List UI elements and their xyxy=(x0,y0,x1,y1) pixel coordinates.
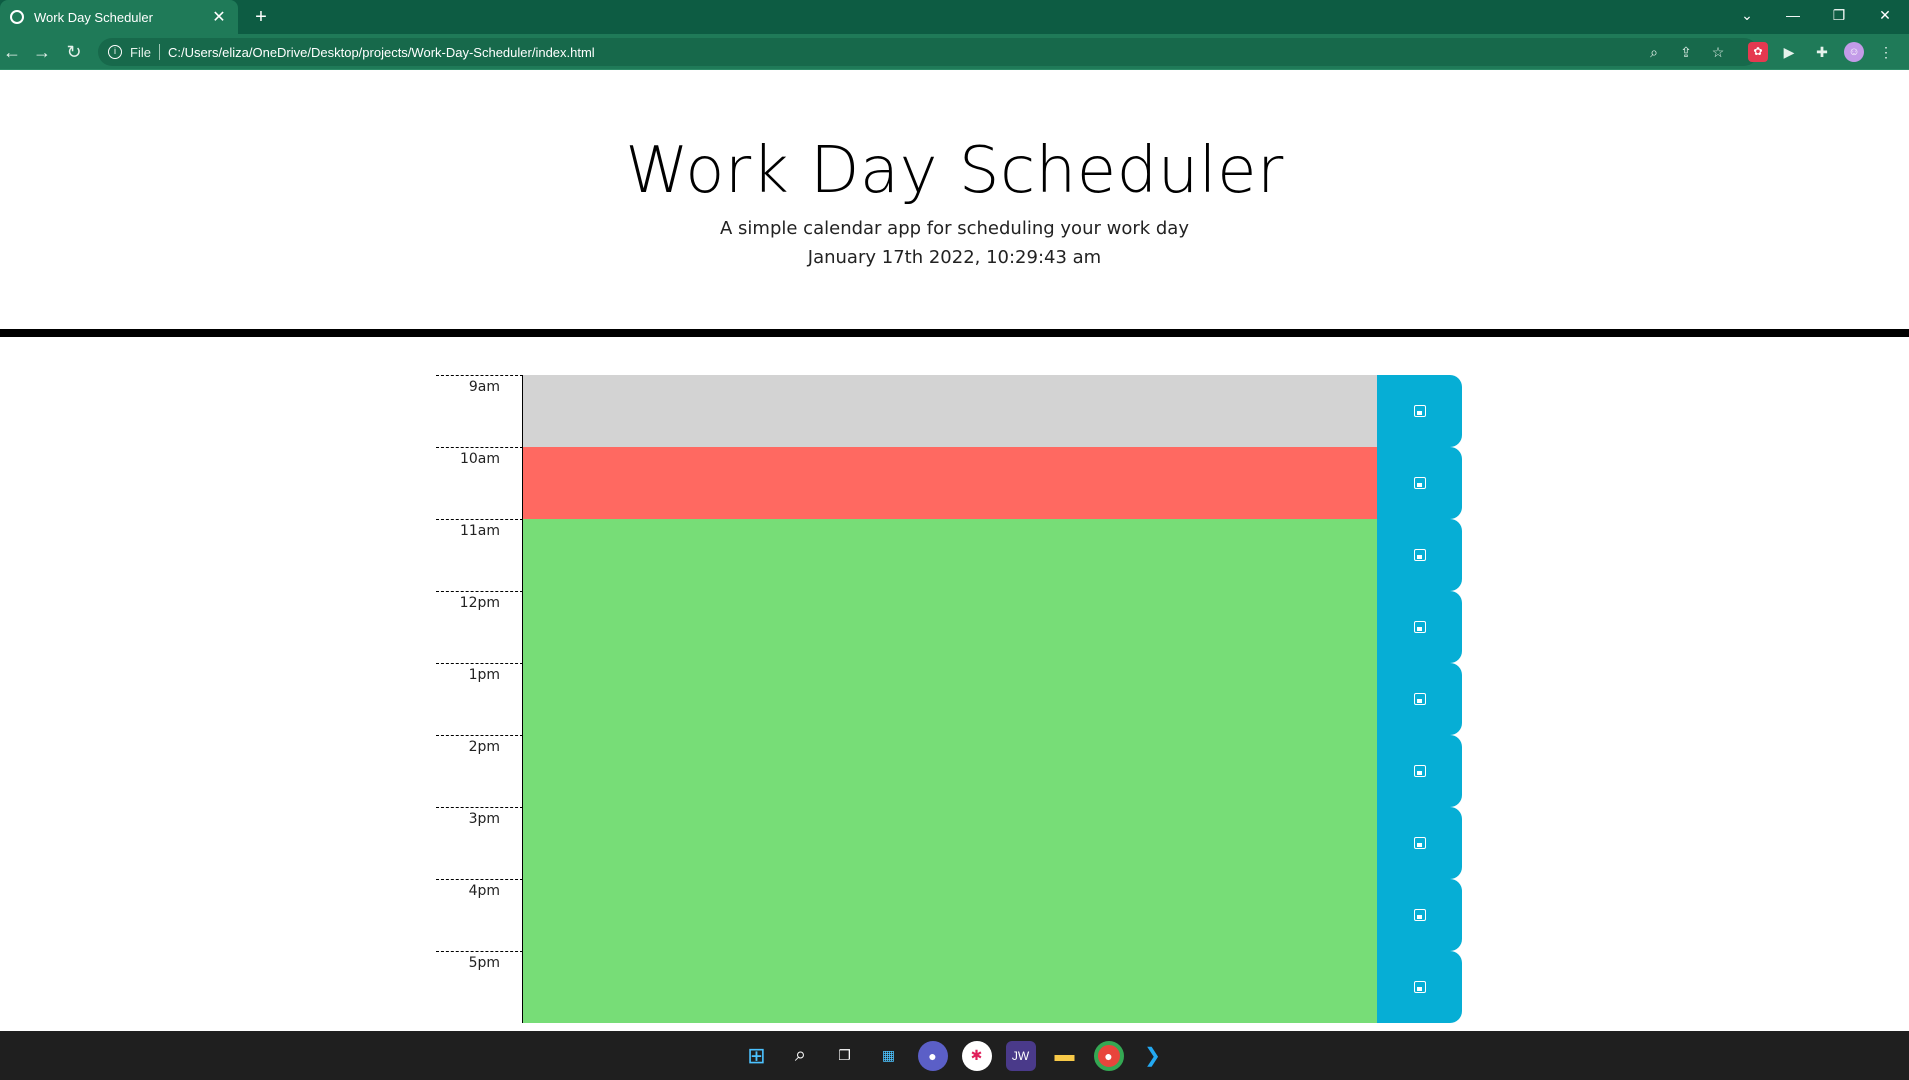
save-icon xyxy=(1413,477,1426,489)
event-textarea[interactable] xyxy=(523,375,1377,447)
hour-label: 11am xyxy=(436,519,523,591)
profile-avatar[interactable]: ☺ xyxy=(1844,42,1864,62)
time-block-row: 4pm xyxy=(436,879,1462,951)
zoom-icon[interactable]: ⌕ xyxy=(1644,42,1664,62)
save-icon xyxy=(1413,909,1426,921)
save-button[interactable] xyxy=(1377,879,1462,951)
save-button[interactable] xyxy=(1377,447,1462,519)
browser-tab[interactable]: Work Day Scheduler ✕ xyxy=(0,0,238,34)
time-block-row: 1pm xyxy=(436,663,1462,735)
url-text[interactable]: C:/Users/eliza/OneDrive/Desktop/projects… xyxy=(168,45,595,60)
bookmark-star-icon[interactable]: ☆ xyxy=(1708,42,1728,62)
event-textarea[interactable] xyxy=(523,879,1377,951)
address-bar[interactable]: i File C:/Users/eliza/OneDrive/Desktop/p… xyxy=(98,38,1758,66)
browser-toolbar: ← → ↻ i File C:/Users/eliza/OneDrive/Des… xyxy=(0,34,1909,70)
globe-icon xyxy=(10,10,24,24)
save-button[interactable] xyxy=(1377,807,1462,879)
save-button[interactable] xyxy=(1377,735,1462,807)
hour-label: 5pm xyxy=(436,951,523,1023)
search-icon[interactable]: ⌕ xyxy=(786,1041,816,1071)
save-icon xyxy=(1413,693,1426,705)
save-button[interactable] xyxy=(1377,663,1462,735)
close-window-button[interactable]: ✕ xyxy=(1862,0,1908,34)
hour-label: 3pm xyxy=(436,807,523,879)
forward-arrow-icon[interactable]: → xyxy=(30,40,54,64)
reload-icon[interactable]: ↻ xyxy=(62,40,86,64)
event-textarea[interactable] xyxy=(523,519,1377,591)
menu-icon[interactable]: ⋮ xyxy=(1876,42,1896,62)
minimize-button[interactable]: — xyxy=(1770,0,1816,34)
jumbotron: Work Day Scheduler A simple calendar app… xyxy=(0,71,1909,337)
restore-button[interactable]: ❐ xyxy=(1816,0,1862,34)
jw-icon[interactable]: JW xyxy=(1005,1040,1036,1071)
save-button[interactable] xyxy=(1377,519,1462,591)
save-icon xyxy=(1413,981,1426,993)
vscode-icon[interactable]: ❯ xyxy=(1138,1041,1168,1071)
page-content: Work Day Scheduler A simple calendar app… xyxy=(0,71,1909,1031)
back-arrow-icon[interactable]: ← xyxy=(0,40,24,64)
current-day: January 17th 2022, 10:29:43 am xyxy=(807,247,1102,268)
divider xyxy=(158,44,160,60)
time-block-row: 12pm xyxy=(436,591,1462,663)
tab-search-button[interactable]: ⌄ xyxy=(1724,0,1770,34)
hour-label: 12pm xyxy=(436,591,523,663)
time-block-row: 3pm xyxy=(436,807,1462,879)
time-block-row: 2pm xyxy=(436,735,1462,807)
windows-start-icon[interactable]: ⊞ xyxy=(742,1041,772,1071)
slack-icon[interactable]: ✱ xyxy=(961,1040,992,1071)
taskbar: ⊞ ⌕ ❐ ▦ ● ✱ JW ▬ ● ❯ xyxy=(0,1031,1909,1080)
extensions-puzzle-icon[interactable]: ✚ xyxy=(1812,42,1832,62)
chrome-icon[interactable]: ● xyxy=(1093,1040,1124,1071)
widgets-icon[interactable]: ▦ xyxy=(874,1041,904,1071)
time-block-row: 11am xyxy=(436,519,1462,591)
save-icon xyxy=(1413,405,1426,417)
event-textarea[interactable] xyxy=(523,951,1377,1023)
save-button[interactable] xyxy=(1377,951,1462,1023)
share-icon[interactable]: ⇪ xyxy=(1676,42,1696,62)
hour-label: 4pm xyxy=(436,879,523,951)
event-textarea[interactable] xyxy=(523,591,1377,663)
save-button[interactable] xyxy=(1377,591,1462,663)
hour-label: 9am xyxy=(436,375,523,447)
page-title: Work Day Scheduler xyxy=(625,134,1284,208)
lead-text: A simple calendar app for scheduling you… xyxy=(720,218,1189,239)
file-label: File xyxy=(130,44,151,60)
save-icon xyxy=(1413,837,1426,849)
extension-icon[interactable]: ✿ xyxy=(1748,42,1768,62)
save-icon xyxy=(1413,765,1426,777)
event-textarea[interactable] xyxy=(523,735,1377,807)
tab-title: Work Day Scheduler xyxy=(34,9,153,25)
new-tab-button[interactable]: + xyxy=(248,4,274,30)
file-explorer-icon[interactable]: ▬ xyxy=(1050,1041,1080,1071)
event-textarea[interactable] xyxy=(523,663,1377,735)
save-button[interactable] xyxy=(1377,375,1462,447)
tab-close-button[interactable]: ✕ xyxy=(210,7,228,27)
task-view-icon[interactable]: ❐ xyxy=(830,1041,860,1071)
time-block-container: 9am 10am 11am 12pm 1pm 2pm 3pm 4pm 5pm xyxy=(436,375,1462,1023)
event-textarea[interactable] xyxy=(523,807,1377,879)
chat-icon[interactable]: ● xyxy=(917,1040,948,1071)
time-block-row: 10am xyxy=(436,447,1462,519)
save-icon xyxy=(1413,621,1426,633)
event-textarea[interactable] xyxy=(523,447,1377,519)
extension-icon[interactable]: ▶ xyxy=(1779,42,1799,62)
browser-tab-bar: Work Day Scheduler ✕ + ⌄ — ❐ ✕ xyxy=(0,0,1909,34)
hour-label: 10am xyxy=(436,447,523,519)
info-icon[interactable]: i xyxy=(108,45,122,59)
save-icon xyxy=(1413,549,1426,561)
time-block-row: 9am xyxy=(436,375,1462,447)
hour-label: 2pm xyxy=(436,735,523,807)
hour-label: 1pm xyxy=(436,663,523,735)
time-block-row: 5pm xyxy=(436,951,1462,1023)
